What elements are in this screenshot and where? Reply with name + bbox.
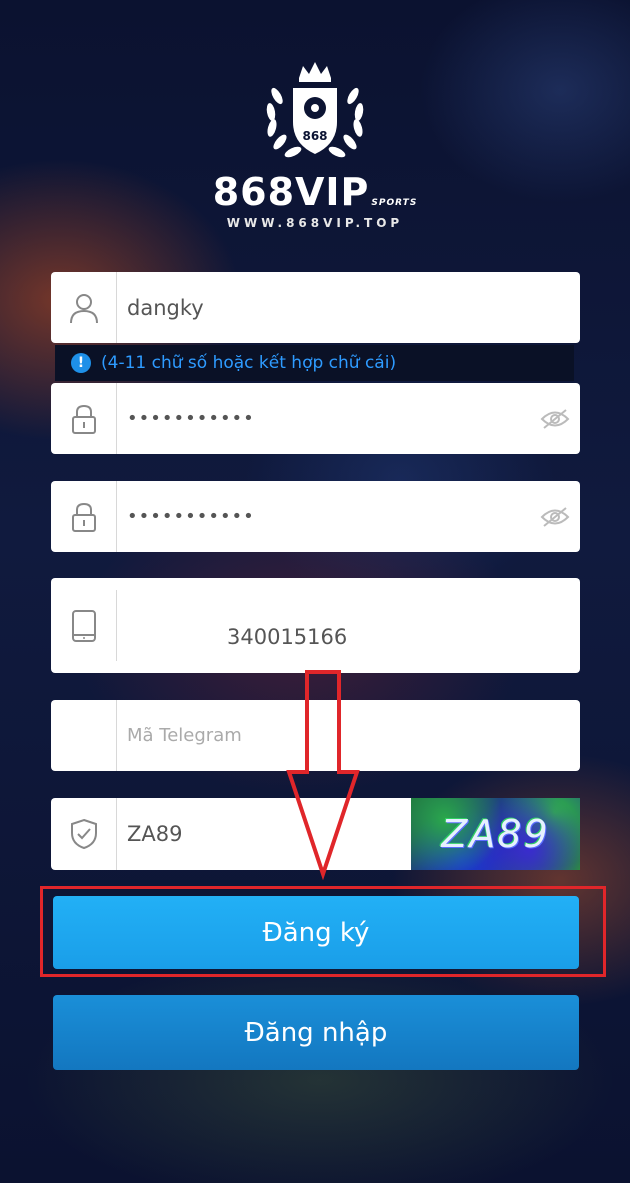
register-button[interactable]: Đăng ký [53, 896, 579, 969]
brand-text: 868VIP [212, 170, 370, 214]
password-field[interactable]: ••••••••••• [51, 383, 580, 454]
phone-field[interactable]: 340015166 [51, 578, 580, 673]
username-hint: ! (4-11 chữ số hoặc kết hợp chữ cái) [55, 345, 574, 381]
crown-laurel-emblem-icon: 868 [266, 62, 364, 158]
confirm-password-input[interactable]: ••••••••••• [117, 506, 530, 527]
lock-icon [51, 383, 117, 454]
badge-number: 868 [302, 129, 327, 143]
eye-off-icon[interactable] [530, 408, 580, 430]
password-input[interactable]: ••••••••••• [117, 408, 530, 429]
user-icon [51, 272, 117, 343]
phone-icon [51, 590, 117, 661]
captcha-field[interactable]: ZA89 [51, 798, 411, 870]
telegram-field[interactable]: Mã Telegram [51, 700, 580, 771]
telegram-icon-slot [51, 700, 117, 771]
eye-off-icon[interactable] [530, 506, 580, 528]
username-input[interactable]: dangky [117, 296, 580, 320]
telegram-input[interactable]: Mã Telegram [117, 725, 580, 746]
confirm-password-field[interactable]: ••••••••••• [51, 481, 580, 552]
site-url: WWW.868VIP.TOP [226, 216, 404, 230]
captcha-input[interactable]: ZA89 [117, 822, 411, 846]
info-icon: ! [71, 353, 91, 373]
username-field[interactable]: dangky [51, 272, 580, 343]
login-button[interactable]: Đăng nhập [53, 995, 579, 1070]
brand-suffix: SPORTS [371, 198, 418, 208]
hint-text: (4-11 chữ số hoặc kết hợp chữ cái) [101, 353, 397, 373]
lock-icon [51, 481, 117, 552]
shield-check-icon [51, 798, 117, 870]
brand-logo: 868 868VIP SPORTS WWW.868VIP.TOP [0, 60, 630, 230]
phone-input[interactable]: 340015166 [117, 603, 580, 649]
captcha-image[interactable]: ZA89 [411, 798, 580, 870]
brand-name: 868VIP SPORTS [0, 170, 630, 214]
